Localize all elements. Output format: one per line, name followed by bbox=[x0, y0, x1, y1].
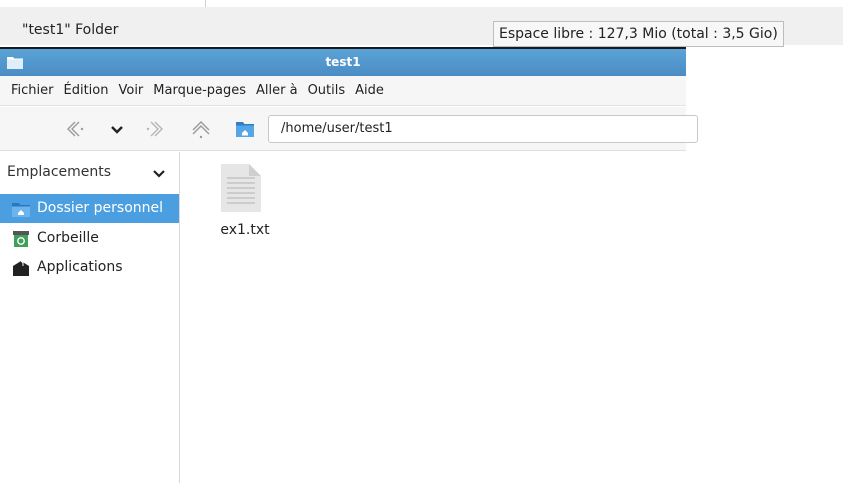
sidebar-item-label: Dossier personnel bbox=[37, 200, 164, 216]
file-item[interactable]: ex1.txt bbox=[210, 164, 282, 244]
places-header-label: Emplacements bbox=[7, 164, 112, 180]
applications-icon bbox=[13, 260, 29, 276]
sidebar-item-label: Applications bbox=[37, 259, 123, 275]
background-status-bar: "test1" Folder Espace libre : 127,3 Mio … bbox=[0, 7, 843, 47]
sidebar-item-home[interactable]: Dossier personnel bbox=[0, 194, 179, 223]
menu-marque-pages[interactable]: Marque-pages bbox=[148, 83, 251, 98]
folder-status-text: "test1" Folder bbox=[22, 22, 119, 38]
places-header[interactable]: Emplacements bbox=[7, 164, 177, 184]
history-dropdown-icon[interactable] bbox=[106, 119, 128, 139]
file-name: ex1.txt bbox=[220, 222, 270, 238]
forward-icon[interactable] bbox=[145, 119, 167, 139]
menu-outils[interactable]: Outils bbox=[303, 83, 351, 98]
chevron-down-icon bbox=[153, 170, 165, 178]
menu-bar: Fichier Édition Voir Marque-pages Aller … bbox=[0, 76, 686, 106]
file-view[interactable]: ex1.txt bbox=[180, 152, 686, 483]
free-space-status: Espace libre : 127,3 Mio (total : 3,5 Gi… bbox=[493, 21, 784, 47]
back-icon[interactable] bbox=[63, 119, 85, 139]
menu-aide[interactable]: Aide bbox=[350, 83, 389, 98]
title-bar[interactable]: test1 bbox=[0, 49, 686, 76]
home-folder-icon bbox=[12, 203, 30, 217]
path-bar[interactable]: /home/user/test1 bbox=[268, 115, 698, 143]
sidebar-item-trash[interactable]: Corbeille bbox=[0, 224, 179, 253]
file-manager-window: test1 Fichier Édition Voir Marque-pages … bbox=[0, 47, 698, 483]
menu-edition[interactable]: Édition bbox=[59, 83, 114, 98]
menu-aller-a[interactable]: Aller à bbox=[251, 83, 303, 98]
toolbar: /home/user/test1 bbox=[0, 107, 698, 151]
trash-icon bbox=[13, 231, 29, 247]
text-file-icon bbox=[221, 164, 261, 212]
path-text: /home/user/test1 bbox=[281, 121, 393, 136]
menu-fichier[interactable]: Fichier bbox=[6, 83, 59, 98]
background-divider bbox=[205, 0, 206, 7]
home-folder-icon[interactable] bbox=[234, 119, 256, 139]
up-icon[interactable] bbox=[190, 119, 212, 139]
window-title: test1 bbox=[325, 55, 361, 69]
menu-voir[interactable]: Voir bbox=[113, 83, 148, 98]
sidebar-item-applications[interactable]: Applications bbox=[0, 253, 179, 282]
sidebar-item-label: Corbeille bbox=[37, 230, 99, 246]
sidebar: Emplacements Dossier personnel Corbeille bbox=[0, 152, 180, 483]
